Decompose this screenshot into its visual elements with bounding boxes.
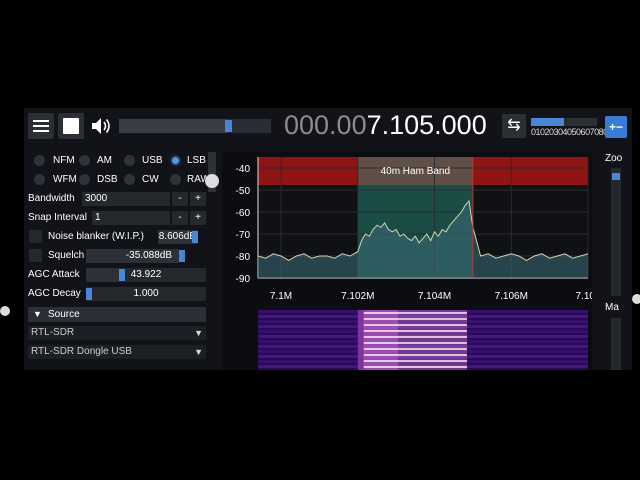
right-edge-handle[interactable] xyxy=(632,294,640,304)
noise-blanker-value: 8.606dB xyxy=(158,231,196,242)
y-tick-label: -40 xyxy=(236,164,251,175)
noise-blanker-checkbox[interactable] xyxy=(29,230,42,243)
waterfall-signal-streak xyxy=(363,336,467,338)
waterfall-signal-streak xyxy=(363,348,467,350)
squelch-label: Squelch xyxy=(48,250,85,261)
agc-attack-slider[interactable]: 43.922 xyxy=(86,268,206,282)
source-section-title: Source xyxy=(48,309,80,320)
y-tick-label: -90 xyxy=(236,274,251,285)
x-tick-label: 7.106M xyxy=(495,291,528,302)
left-edge-handle[interactable] xyxy=(0,306,10,316)
dropdown-arrow-icon: ▼ xyxy=(194,347,203,357)
zoom-label: Zoo xyxy=(605,153,623,164)
left-panel-splitter-handle[interactable] xyxy=(205,174,219,188)
dropdown-arrow-icon: ▼ xyxy=(194,328,203,338)
noise-blanker-slider[interactable]: 8.606dB xyxy=(158,230,198,244)
zoom-slider-handle[interactable] xyxy=(612,173,620,180)
bandwidth-decrement-button[interactable]: - xyxy=(172,192,188,206)
frequency-leading-digits[interactable]: 000.00 xyxy=(284,110,367,140)
zoom-slider[interactable] xyxy=(611,168,621,296)
agc-attack-slider-handle[interactable] xyxy=(119,269,125,281)
y-tick-label: -80 xyxy=(236,252,251,263)
waterfall-signal-streak xyxy=(363,360,467,362)
stop-icon xyxy=(63,118,79,134)
mode-label-am: AM xyxy=(97,155,112,166)
mode-radio-wfm[interactable] xyxy=(34,174,45,185)
agc-decay-value: 1.000 xyxy=(133,288,159,299)
source-device-select[interactable]: RTL-SDR Dongle USB ▼ xyxy=(28,345,206,359)
snap-interval-label: Snap Interval xyxy=(28,212,87,223)
mode-label-nfm: NFM xyxy=(53,155,75,166)
waterfall-signal-streak xyxy=(363,342,467,344)
squelch-value: -35.088dB xyxy=(125,250,172,261)
bandwidth-label: Bandwidth xyxy=(28,193,75,204)
mode-radio-am[interactable] xyxy=(79,155,90,166)
mode-radio-nfm[interactable] xyxy=(34,155,45,166)
max-slider[interactable] xyxy=(611,318,621,370)
tuning-step-digits: 010203040506070809 xyxy=(531,127,613,137)
mode-radio-usb[interactable] xyxy=(124,155,135,166)
noise-blanker-slider-handle[interactable] xyxy=(192,231,198,243)
max-label: Ma xyxy=(605,302,619,313)
mode-radio-cw[interactable] xyxy=(124,174,135,185)
right-panel: Zoo Ma xyxy=(602,152,632,370)
squelch-slider[interactable]: -35.088dB xyxy=(86,249,206,263)
source-section-header[interactable]: ▼ Source xyxy=(28,307,206,322)
snap-interval-increment-button[interactable]: + xyxy=(190,211,206,225)
agc-decay-label: AGC Decay xyxy=(28,288,81,299)
waterfall-signal-streak xyxy=(363,366,467,368)
volume-slider[interactable] xyxy=(119,119,271,133)
y-tick-label: -60 xyxy=(236,208,251,219)
stop-button[interactable] xyxy=(58,113,84,139)
x-tick-label: 7.108 xyxy=(575,291,592,302)
mode-label-cw: CW xyxy=(142,174,159,185)
source-type-value: RTL-SDR xyxy=(31,327,75,338)
mode-radio-raw[interactable] xyxy=(170,174,181,185)
sdr-app-window: 000.007.105.000 ⇆ 010203040506070809 +− … xyxy=(24,108,632,370)
mode-label-dsb: DSB xyxy=(97,174,118,185)
source-device-value: RTL-SDR Dongle USB xyxy=(31,346,132,357)
x-tick-label: 7.102M xyxy=(341,291,374,302)
waterfall-signal-streak xyxy=(363,318,467,320)
frequency-digits[interactable]: 7.105.000 xyxy=(367,110,487,140)
mute-button[interactable] xyxy=(88,113,114,139)
snap-interval-input[interactable]: 1 xyxy=(92,211,170,225)
mode-label-wfm: WFM xyxy=(53,174,77,185)
fft-chart[interactable]: -40 -50 -60 -70 -80 -90 7.1M 7.102M 7.104M 7.106M… xyxy=(222,152,601,370)
frequency-display[interactable]: 000.007.105.000 xyxy=(284,110,487,141)
source-type-select[interactable]: RTL-SDR ▼ xyxy=(28,326,206,340)
swap-arrows-icon[interactable]: ⇆ xyxy=(502,114,526,138)
agc-decay-slider-handle[interactable] xyxy=(86,288,92,300)
y-tick-label: -70 xyxy=(236,230,251,241)
x-tick-label: 7.104M xyxy=(418,291,451,302)
spectrum-panel[interactable]: -40 -50 -60 -70 -80 -90 7.1M 7.102M 7.104M 7.106M… xyxy=(222,152,601,370)
agc-attack-value: 43.922 xyxy=(130,269,162,280)
tuning-step-slider[interactable] xyxy=(531,118,597,126)
speaker-icon xyxy=(92,118,110,134)
squelch-slider-handle[interactable] xyxy=(179,250,185,262)
collapse-triangle-icon: ▼ xyxy=(33,309,42,319)
y-tick-label: -50 xyxy=(236,186,251,197)
mode-label-usb: USB xyxy=(142,155,163,166)
mode-radio-dsb[interactable] xyxy=(79,174,90,185)
bandwidth-increment-button[interactable]: + xyxy=(190,192,206,206)
volume-slider-handle[interactable] xyxy=(225,120,233,132)
agc-attack-label: AGC Attack xyxy=(28,269,80,280)
noise-blanker-label: Noise blanker (W.I.P.) xyxy=(48,231,144,242)
mode-label-lsb: LSB xyxy=(187,155,206,166)
plus-minus-icon[interactable]: +− xyxy=(605,116,627,138)
agc-decay-slider[interactable]: 1.000 xyxy=(86,287,206,301)
snap-interval-decrement-button[interactable]: - xyxy=(172,211,188,225)
bandwidth-input[interactable]: 3000 xyxy=(82,192,170,206)
waterfall-signal-streak xyxy=(363,324,467,326)
squelch-checkbox[interactable] xyxy=(29,249,42,262)
waterfall-signal-streak xyxy=(363,330,467,332)
waterfall-signal-streak xyxy=(363,312,467,314)
band-label: 40m Ham Band xyxy=(381,166,450,177)
waterfall-signal-streak xyxy=(363,354,467,356)
mode-radio-lsb[interactable] xyxy=(170,155,181,166)
x-tick-label: 7.1M xyxy=(270,291,292,302)
menu-button[interactable] xyxy=(28,113,54,139)
